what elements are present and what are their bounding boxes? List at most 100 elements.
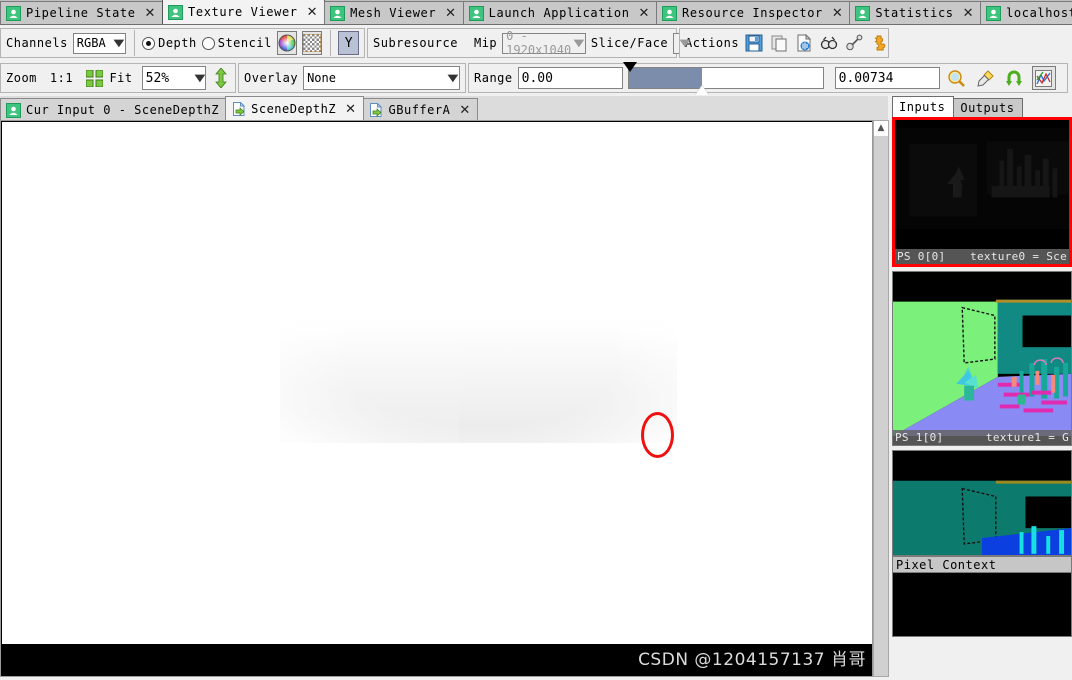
mip-label: Mip bbox=[473, 36, 498, 50]
renderdoc-icon bbox=[6, 102, 21, 118]
window-tab-label: Resource Inspector bbox=[682, 6, 823, 20]
stencil-radio[interactable]: Stencil bbox=[201, 36, 272, 50]
range-slider-handle-max[interactable] bbox=[695, 85, 710, 95]
reset-range-icon[interactable] bbox=[1003, 66, 1027, 90]
chevron-down-icon: ▼ bbox=[447, 72, 459, 84]
close-icon[interactable]: ✕ bbox=[639, 7, 651, 20]
window-tab-mesh-viewer[interactable]: Mesh Viewer ✕ bbox=[324, 1, 464, 24]
chevron-down-icon: ▼ bbox=[573, 37, 585, 49]
y-button-label: Y bbox=[344, 35, 353, 51]
range-slider[interactable] bbox=[622, 62, 824, 95]
channels-select[interactable]: RGBA ▼ bbox=[72, 32, 126, 54]
texture-tab-bar: Cur Input 0 - SceneDepthZ SceneDepthZ ✕ bbox=[0, 96, 888, 121]
texture-tab-label: GBufferA bbox=[388, 103, 451, 117]
inputs-outputs-dock: Inputs Outputs PS 0[0] texture0 = Sce PS… bbox=[891, 96, 1072, 680]
zoom-select[interactable]: 52% ▼ bbox=[141, 66, 207, 90]
close-icon[interactable]: ✕ bbox=[145, 7, 157, 20]
range-min-input[interactable]: 0.00 bbox=[517, 67, 623, 89]
red-ellipse-highlight bbox=[641, 412, 674, 458]
thumbnail-binding: texture0 = Sce bbox=[970, 250, 1067, 263]
color-wheel-icon[interactable] bbox=[276, 31, 297, 55]
stencil-label: Stencil bbox=[217, 36, 272, 50]
tab-inputs[interactable]: Inputs bbox=[892, 96, 955, 117]
thumbnail-caption: PS 0[0] texture0 = Sce bbox=[895, 249, 1069, 264]
flip-vertical-icon[interactable] bbox=[211, 66, 230, 90]
pixel-context-label: Pixel Context bbox=[896, 557, 997, 572]
depth-radio[interactable]: Depth bbox=[142, 36, 197, 50]
subresource-group: Subresource Mip 0 - 1920x1040 ▼ Slice/Fa… bbox=[367, 28, 692, 58]
range-group: Range 0.00 0.00734 bbox=[468, 62, 1068, 95]
window-tab-texture-viewer[interactable]: Texture Viewer ✕ bbox=[162, 0, 326, 24]
close-icon[interactable]: ✕ bbox=[307, 6, 319, 19]
plugin-icon[interactable] bbox=[869, 31, 889, 55]
close-icon[interactable]: ✕ bbox=[832, 7, 844, 20]
scene-normals-preview bbox=[893, 272, 1071, 445]
fit-label[interactable]: Fit bbox=[109, 71, 132, 85]
window-tab-label: Launch Application bbox=[488, 6, 630, 20]
window-tab-launch-application[interactable]: Launch Application ✕ bbox=[462, 1, 658, 24]
zoom-label: Zoom bbox=[6, 71, 37, 85]
magnifier-autofit-icon[interactable] bbox=[945, 66, 969, 90]
texture-tab-label: SceneDepthZ bbox=[251, 102, 337, 116]
open-resource-icon[interactable] bbox=[794, 31, 814, 55]
histogram-icon[interactable] bbox=[1031, 66, 1056, 90]
pin-icon[interactable] bbox=[844, 31, 864, 55]
pixel-context-body[interactable] bbox=[892, 572, 1072, 637]
scrollbar-thumb[interactable] bbox=[874, 136, 888, 676]
renderdoc-icon bbox=[6, 5, 21, 21]
close-icon[interactable]: ✕ bbox=[445, 7, 457, 20]
eyedropper-icon[interactable] bbox=[974, 66, 998, 90]
fit-to-window-icon[interactable] bbox=[84, 66, 104, 90]
chevron-up-icon[interactable]: ▲ bbox=[874, 121, 888, 135]
window-tab-label: Texture Viewer bbox=[188, 5, 298, 19]
range-slider-handle-min[interactable] bbox=[622, 62, 637, 72]
close-icon[interactable]: ✕ bbox=[963, 7, 975, 20]
channels-value: RGBA bbox=[76, 36, 106, 50]
watermark-text: CSDN @1204157137 肖哥 bbox=[638, 650, 866, 670]
overlay-value: None bbox=[307, 71, 336, 85]
chevron-down-icon: ▼ bbox=[113, 37, 125, 49]
renderdoc-icon bbox=[855, 5, 871, 21]
renderdoc-icon bbox=[662, 5, 678, 21]
thumbnail-ps0-scenedepthz[interactable]: PS 0[0] texture0 = Sce bbox=[892, 117, 1072, 267]
texture-tab-scenedepthz[interactable]: SceneDepthZ ✕ bbox=[225, 96, 364, 121]
texture-tab-cur-input-0[interactable]: Cur Input 0 - SceneDepthZ bbox=[0, 98, 227, 121]
thumbnail-slot: PS 0[0] bbox=[897, 250, 946, 263]
window-tab-pipeline-state[interactable]: Pipeline State ✕ bbox=[0, 1, 164, 24]
mip-select[interactable]: 0 - 1920x1040 ▼ bbox=[502, 29, 586, 57]
chevron-down-icon: ▼ bbox=[679, 37, 691, 49]
overlay-group: Overlay None ▼ bbox=[238, 63, 466, 93]
tab-outputs[interactable]: Outputs bbox=[953, 98, 1024, 117]
actions-group: Actions bbox=[679, 28, 889, 58]
texture-page-icon bbox=[369, 103, 384, 118]
window-tab-label: Pipeline State bbox=[26, 6, 136, 20]
viewport-vertical-scrollbar[interactable]: ▲ bbox=[873, 120, 889, 677]
zoom-group: Zoom 1:1 Fit 52% ▼ bbox=[0, 63, 236, 93]
radio-dot bbox=[142, 36, 156, 50]
texture-tab-gbuffera[interactable]: GBufferA ✕ bbox=[362, 98, 478, 121]
range-max-input[interactable]: 0.00734 bbox=[834, 67, 940, 89]
save-icon[interactable] bbox=[744, 31, 764, 55]
checkerboard-icon[interactable] bbox=[301, 31, 322, 55]
thumbnail-third-preview[interactable] bbox=[892, 450, 1072, 556]
thumbnail-ps1-gbuffera[interactable]: PS 1[0] texture1 = G bbox=[892, 271, 1072, 446]
thumbnail-binding: texture1 = G bbox=[985, 431, 1069, 444]
renderdoc-icon bbox=[468, 5, 484, 21]
texture-viewport[interactable]: CSDN @1204157137 肖哥 bbox=[0, 120, 873, 677]
window-tab-statistics[interactable]: Statistics ✕ bbox=[849, 1, 982, 24]
window-tab-localhost-ue4editor[interactable]: localhost - UE4Editor [PID 13016] ✕ bbox=[980, 1, 1072, 24]
close-icon[interactable]: ✕ bbox=[345, 103, 356, 116]
depth-buffer-image bbox=[2, 122, 872, 644]
radio-dot bbox=[201, 36, 215, 50]
window-tab-resource-inspector[interactable]: Resource Inspector ✕ bbox=[656, 1, 851, 24]
overlay-select[interactable]: None ▼ bbox=[303, 66, 460, 90]
tab-label: Outputs bbox=[960, 101, 1015, 115]
luminance-y-button[interactable]: Y bbox=[338, 31, 360, 55]
close-icon[interactable]: ✕ bbox=[459, 104, 470, 117]
scene-teal-preview bbox=[893, 451, 1071, 555]
copy-icon[interactable] bbox=[769, 31, 789, 55]
zoom-one-to-one-button[interactable]: 1:1 bbox=[50, 71, 73, 85]
texture-tab-label: Cur Input 0 - SceneDepthZ bbox=[26, 103, 220, 117]
window-tab-bar: Pipeline State ✕ Texture Viewer ✕ Mesh V… bbox=[0, 0, 1072, 25]
find-icon[interactable] bbox=[819, 31, 839, 55]
